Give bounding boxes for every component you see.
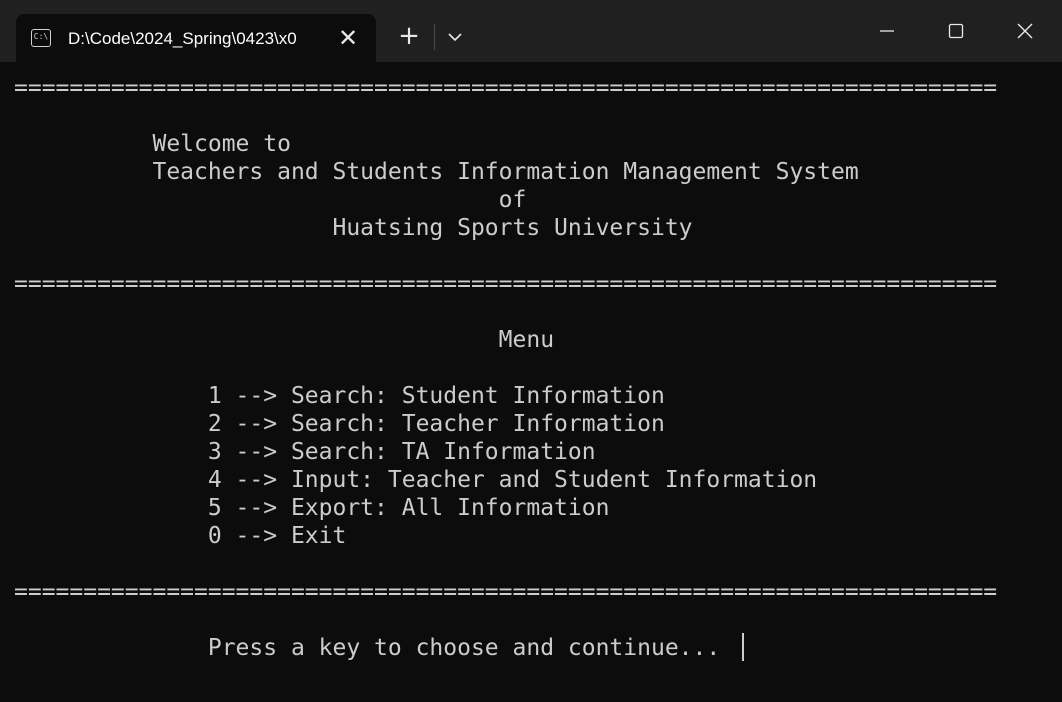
title-bar[interactable]: C:\ D:\Code\2024_Spring\0423\x0 ✕ +	[0, 0, 1062, 62]
terminal-line: Huatsing Sports University	[14, 215, 693, 241]
close-window-button[interactable]	[992, 0, 1058, 62]
terminal-line: Menu	[14, 327, 555, 353]
tab-dropdown-button[interactable]	[440, 22, 470, 52]
terminal-line: ========================================…	[14, 75, 998, 101]
terminal-line: 5 --> Export: All Information	[14, 495, 610, 521]
terminal-line: 2 --> Search: Teacher Information	[14, 411, 665, 437]
close-icon: ✕	[337, 24, 359, 52]
terminal-tab[interactable]: C:\ D:\Code\2024_Spring\0423\x0 ✕	[16, 14, 376, 62]
terminal-window: C:\ D:\Code\2024_Spring\0423\x0 ✕ + ====…	[0, 0, 1062, 702]
tab-title: D:\Code\2024_Spring\0423\x0	[68, 29, 297, 48]
maximize-button[interactable]	[923, 0, 989, 62]
plus-icon: +	[398, 21, 420, 51]
terminal-line: 4 --> Input: Teacher and Student Informa…	[14, 467, 818, 493]
minimize-button[interactable]	[854, 0, 920, 62]
console-icon: C:\	[31, 29, 51, 47]
maximize-icon	[948, 23, 964, 39]
text-cursor	[742, 633, 744, 661]
tab-separator	[434, 24, 435, 50]
new-tab-button[interactable]: +	[392, 20, 426, 52]
terminal-line: Teachers and Students Information Manage…	[14, 159, 859, 185]
scrollbar[interactable]	[1056, 62, 1062, 702]
terminal-output[interactable]: ========================================…	[0, 62, 1062, 702]
terminal-line: 1 --> Search: Student Information	[14, 383, 665, 409]
chevron-down-icon	[448, 33, 462, 42]
terminal-line: 3 --> Search: TA Information	[14, 439, 596, 465]
close-tab-button[interactable]: ✕	[334, 24, 362, 52]
prompt-line: Press a key to choose and continue...	[14, 635, 735, 661]
terminal-line: of	[14, 187, 527, 213]
close-icon	[1017, 23, 1033, 39]
terminal-line: ========================================…	[14, 579, 998, 605]
minimize-icon	[880, 30, 894, 32]
terminal-line: 0 --> Exit	[14, 523, 347, 549]
terminal-line: Welcome to	[14, 131, 291, 157]
terminal-line: ========================================…	[14, 271, 998, 297]
